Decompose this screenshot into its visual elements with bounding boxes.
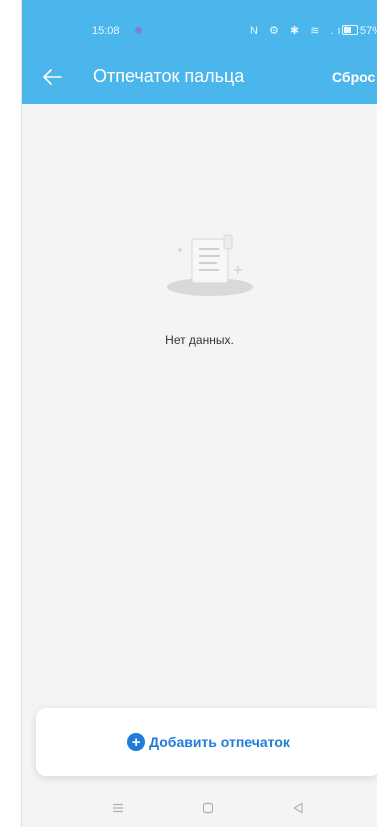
status-icons: N ⚙ ✱ ≋ .ıl	[250, 25, 352, 37]
back-arrow-icon[interactable]	[40, 65, 64, 89]
battery-icon	[342, 25, 358, 35]
status-bar: 15:08 N ⚙ ✱ ≋ .ıl 57%	[22, 0, 377, 58]
plus-circle-icon: +	[127, 733, 146, 751]
status-time: 15:08	[92, 25, 120, 37]
page-title: Отпечаток пальца	[93, 66, 245, 86]
empty-document-icon	[162, 225, 258, 300]
empty-message: Нет данных.	[165, 333, 234, 347]
notification-icon	[135, 27, 142, 34]
app-header: 15:08 N ⚙ ✱ ≋ .ıl 57% Отпечаток пальца С…	[22, 0, 377, 104]
reset-button[interactable]: Сброс	[332, 69, 375, 85]
battery-percent: 57%	[360, 25, 377, 37]
menu-icon[interactable]	[108, 798, 128, 818]
add-fingerprint-button[interactable]: + Добавить отпечаток	[36, 708, 377, 776]
back-triangle-icon[interactable]	[288, 798, 308, 818]
system-nav-bar	[22, 790, 377, 827]
add-fingerprint-label: Добавить отпечаток	[149, 734, 290, 750]
home-icon[interactable]	[198, 798, 218, 818]
app-screen: 15:08 N ⚙ ✱ ≋ .ıl 57% Отпечаток пальца С…	[22, 0, 377, 827]
